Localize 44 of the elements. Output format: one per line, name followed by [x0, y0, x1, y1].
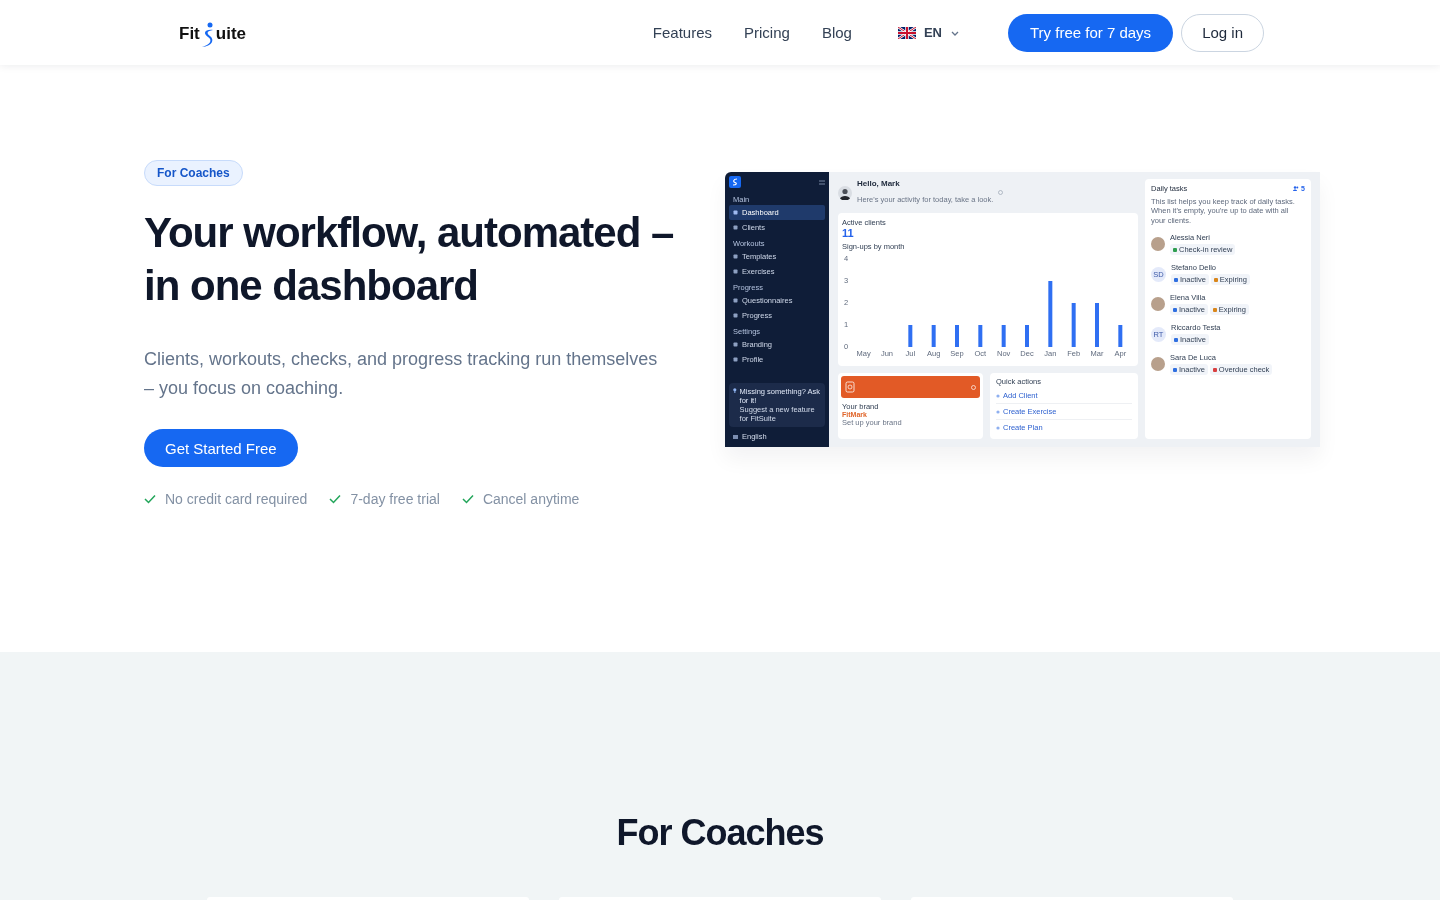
section-heading: For Coaches — [615, 811, 825, 854]
language-selector[interactable]: EN — [897, 25, 960, 40]
people-icon — [1293, 186, 1300, 191]
chart-bar — [978, 325, 983, 348]
stat-value: 11 — [842, 227, 855, 240]
chart-bar — [931, 325, 936, 348]
lightbulb-icon — [733, 387, 737, 395]
app-logo-icon — [729, 176, 741, 188]
avatar-icon — [1151, 357, 1165, 372]
check-icon — [329, 494, 342, 504]
chart-bar — [1001, 325, 1006, 348]
avatar-icon — [1151, 237, 1165, 252]
perk-text: No credit card required — [165, 491, 308, 507]
hero-heading: Your workflow, automated – in one dashboard — [144, 208, 675, 311]
chart-bar — [1118, 325, 1123, 348]
greeting: Hello, Mark — [857, 179, 901, 188]
hero-subtitle: Clients, workouts, checks, and progress tracking run themselves – you focus on coaching. — [144, 348, 659, 400]
login-button[interactable]: Log in — [1181, 13, 1264, 52]
chart-bar — [1025, 325, 1029, 348]
chart-bar — [1095, 303, 1099, 348]
nav-link[interactable]: Pricing — [744, 24, 790, 41]
trial-button[interactable]: Try free for 7 days — [1007, 13, 1174, 52]
perk-text: Cancel anytime — [482, 491, 580, 507]
chart-bar — [1048, 281, 1053, 348]
flag-icon — [733, 434, 738, 439]
avatar-icon — [1151, 297, 1165, 312]
action-icon — [996, 409, 1000, 414]
collapse-icon[interactable] — [819, 179, 825, 185]
check-icon — [144, 494, 156, 504]
brand-logo-icon — [845, 381, 855, 394]
get-started-button[interactable]: Get Started Free — [144, 429, 298, 467]
chart-bar — [955, 325, 959, 348]
check-icon — [461, 494, 474, 504]
category-badge: For Coaches — [144, 160, 243, 186]
logo[interactable]: Fit uite — [179, 21, 246, 44]
perk-text: 7-day free trial — [350, 491, 440, 507]
avatar-icon — [838, 185, 852, 200]
action-icon — [996, 393, 1000, 398]
chart-bar — [908, 325, 913, 348]
action-icon — [996, 425, 1000, 430]
chart-bar — [1071, 303, 1076, 348]
nav-link[interactable]: Features — [652, 24, 712, 41]
nav-link[interactable]: Blog — [821, 24, 852, 41]
flag-icon — [897, 26, 916, 39]
